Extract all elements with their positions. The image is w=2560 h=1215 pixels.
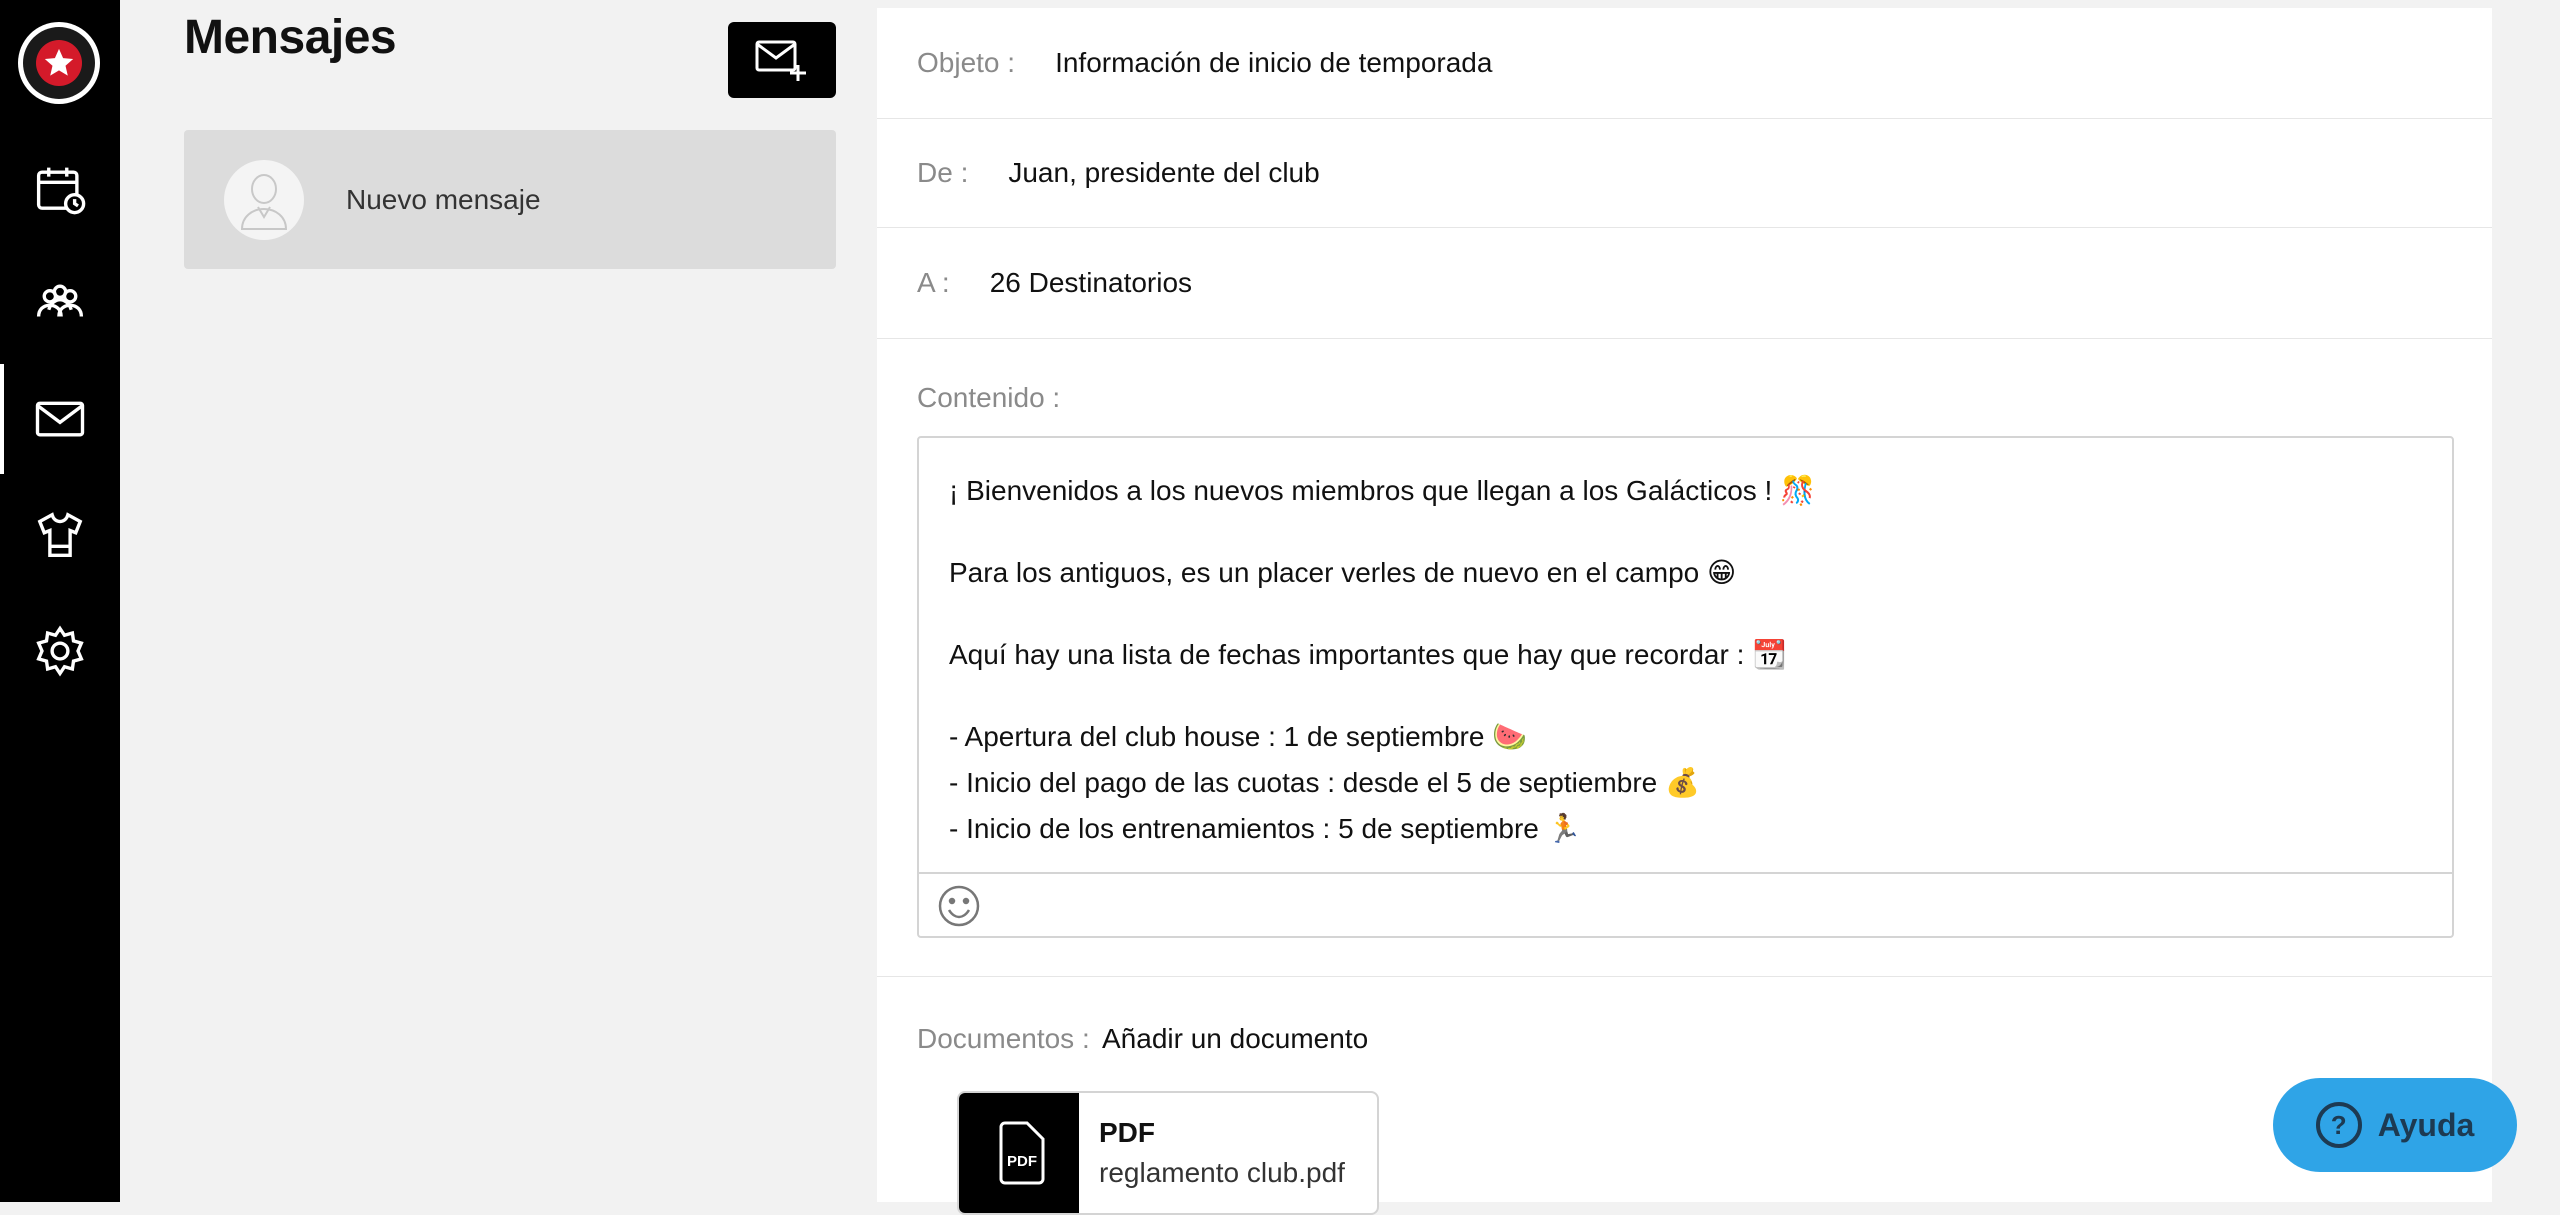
content-editor[interactable]: ¡ Bienvenidos a los nuevos miembros que … bbox=[917, 436, 2454, 938]
content-line: ¡ Bienvenidos a los nuevos miembros que … bbox=[949, 475, 1815, 506]
subject-label: Objeto : bbox=[917, 47, 1016, 78]
document-name: reglamento club.pdf bbox=[1099, 1157, 1345, 1188]
compose-button[interactable] bbox=[728, 22, 836, 98]
message-list-panel: Mensajes Nuevo mensaje bbox=[120, 0, 876, 1202]
content-line: - Inicio de los entrenamientos : 5 de se… bbox=[949, 813, 1582, 844]
documents-row: Documentos : Añadir un documento PDF PDF… bbox=[877, 976, 2492, 1215]
content-line: Para los antiguos, es un placer verles d… bbox=[949, 557, 1737, 588]
settings-icon bbox=[36, 625, 84, 677]
from-row: De : Juan, presidente del club bbox=[877, 119, 2492, 228]
help-button[interactable]: ? Ayuda bbox=[2273, 1078, 2517, 1172]
compose-mail-icon bbox=[755, 40, 806, 81]
team-icon bbox=[36, 284, 84, 317]
nav-calendar[interactable] bbox=[0, 134, 120, 244]
star-icon bbox=[36, 40, 82, 86]
to-value[interactable]: 26 Destinatorios bbox=[990, 267, 1192, 299]
from-value: Juan, presidente del club bbox=[1008, 157, 1320, 188]
add-document-link[interactable]: Añadir un documento bbox=[1102, 1023, 1368, 1055]
help-question-icon: ? bbox=[2315, 1102, 2362, 1148]
content-label: Contenido : bbox=[917, 382, 1061, 413]
pdf-file-icon: PDF bbox=[959, 1093, 1079, 1213]
help-label: Ayuda bbox=[2377, 1106, 2475, 1143]
nav-settings[interactable] bbox=[0, 596, 120, 706]
document-type: PDF bbox=[1099, 1117, 1155, 1148]
list-item[interactable]: Nuevo mensaje bbox=[184, 130, 836, 269]
message-detail: Objeto : Información de inicio de tempor… bbox=[877, 8, 2492, 1215]
subject-row: Objeto : Información de inicio de tempor… bbox=[877, 8, 2492, 119]
nav-messages[interactable] bbox=[0, 364, 120, 474]
nav-team[interactable] bbox=[0, 248, 120, 358]
from-label: De : bbox=[917, 157, 969, 188]
calendar-icon bbox=[36, 167, 86, 215]
page-title: Mensajes bbox=[184, 11, 397, 64]
list-item-title: Nuevo mensaje bbox=[346, 183, 541, 215]
content-text[interactable]: ¡ Bienvenidos a los nuevos miembros que … bbox=[949, 468, 1815, 852]
editor-toolbar bbox=[919, 872, 2452, 938]
jersey-icon bbox=[37, 512, 83, 557]
content-line: - Inicio del pago de las cuotas : desde … bbox=[949, 767, 1700, 798]
nav-equipment[interactable] bbox=[0, 480, 120, 590]
document-card[interactable]: PDF PDF reglamento club.pdf bbox=[957, 1091, 1379, 1215]
mail-icon bbox=[35, 401, 85, 437]
user-avatar-icon bbox=[224, 159, 304, 240]
svg-text:PDF: PDF bbox=[1007, 1153, 1037, 1170]
sidebar bbox=[0, 0, 120, 1202]
club-logo[interactable] bbox=[18, 22, 100, 104]
smiley-icon[interactable] bbox=[937, 884, 981, 928]
content-line: Aquí hay una lista de fechas importantes… bbox=[949, 639, 1788, 670]
to-label: A : bbox=[917, 267, 950, 298]
subject-value[interactable]: Información de inicio de temporada bbox=[1055, 47, 1492, 79]
window-margin bbox=[2492, 0, 2560, 1202]
documents-label: Documentos : bbox=[917, 1023, 1090, 1054]
content-line: - Apertura del club house : 1 de septiem… bbox=[949, 721, 1528, 752]
logo-badge bbox=[23, 27, 95, 99]
to-row: A : 26 Destinatorios bbox=[877, 228, 2492, 339]
